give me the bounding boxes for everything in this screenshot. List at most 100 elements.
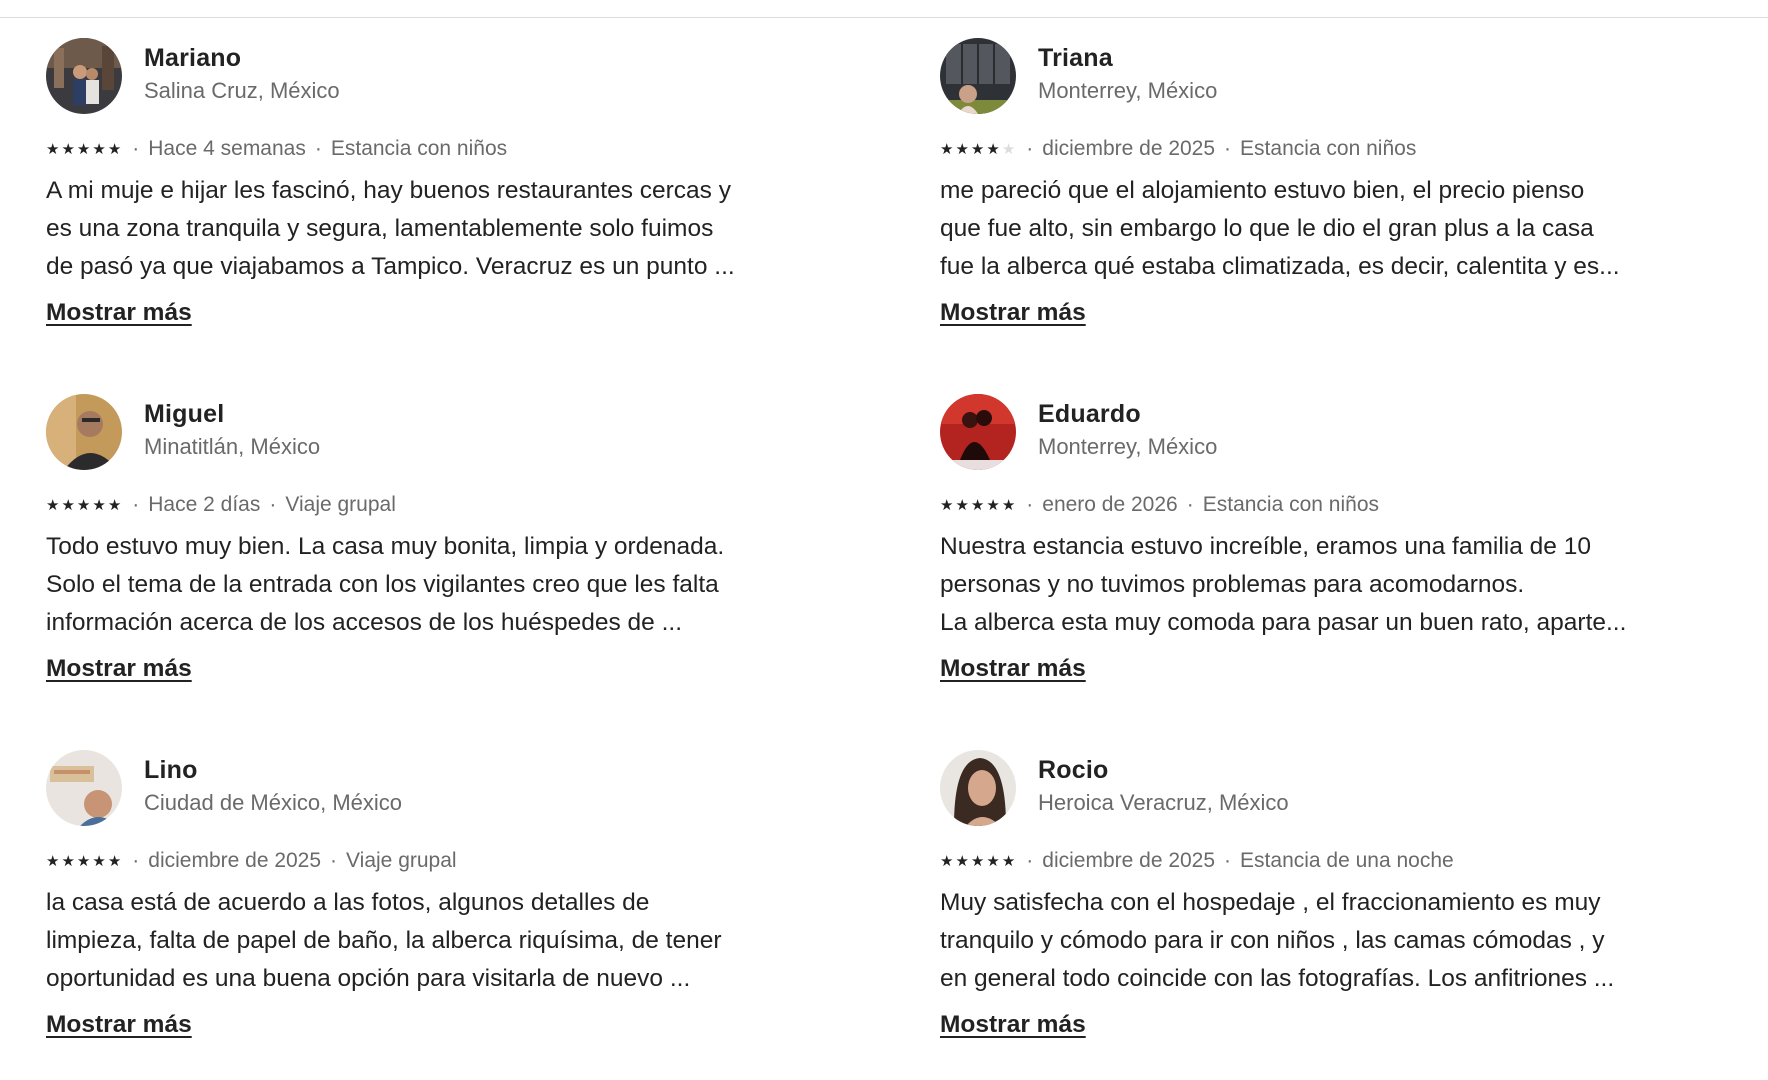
avatar[interactable] [46,38,122,114]
show-more-link[interactable]: Mostrar más [940,1011,1086,1039]
avatar[interactable] [940,750,1016,826]
star-icon: ★ [1001,852,1016,870]
review-text: me pareció que el alojamiento estuvo bie… [940,172,1670,286]
reviewer-name: Rocio [1038,756,1109,784]
reviewer-location: Ciudad de México, México [144,790,403,815]
trip-type: Estancia de una noche [1240,849,1454,872]
star-icon: ★ [107,852,122,870]
avatar[interactable] [46,394,122,470]
star-icon: ★ [970,852,985,870]
star-icon: ★ [107,496,122,514]
review-meta: ★ ★ ★ ★ ★ · diciembre de 2025 · Estancia… [940,136,1660,162]
rating-stars: ★ ★ ★ ★ ★ [46,498,121,513]
review-card: Miguel Minatitlán, México ★ ★ ★ ★ ★ · Ha… [46,394,766,683]
rating-stars: ★ ★ ★ ★ ★ [46,142,121,157]
star-icon: ★ [92,852,106,870]
reviewer-location: Monterrey, México [1038,78,1218,103]
meta-separator: · [1224,137,1232,160]
review-text-line: La alberca esta muy comoda para pasar un… [940,609,1627,636]
reviewer-name: Eduardo [1038,400,1141,428]
review-text-line: Todo estuvo muy bien. La casa muy bonita… [46,533,725,560]
review-text-line: Nuestra estancia estuvo increíble, eramo… [940,533,1591,560]
reviewer-name: Lino [144,756,198,784]
star-icon: ★ [46,140,60,158]
show-more-link[interactable]: Mostrar más [46,655,192,683]
review-card: Lino Ciudad de México, México ★ ★ ★ ★ ★ … [46,750,766,1039]
review-header: Mariano Salina Cruz, México [46,38,766,114]
review-header: Rocio Heroica Veracruz, México [940,750,1660,826]
review-card: Mariano Salina Cruz, México ★ ★ ★ ★ ★ · … [46,38,766,327]
review-date: enero de 2026 [1042,493,1178,516]
meta-separator: · [269,493,277,516]
review-meta: ★ ★ ★ ★ ★ · enero de 2026 · Estancia con… [940,492,1660,518]
star-icon: ★ [1001,496,1016,514]
review-date: Hace 4 semanas [148,137,306,160]
meta-separator: · [1186,493,1194,516]
star-icon: ★ [970,140,985,158]
star-icon: ★ [92,496,106,514]
star-icon: ★ [61,140,75,158]
review-meta: ★ ★ ★ ★ ★ · diciembre de 2025 · Viaje gr… [46,848,766,874]
star-icon: ★ [46,852,60,870]
star-empty-icon: ★ [1001,140,1016,158]
review-meta: ★ ★ ★ ★ ★ · Hace 4 semanas · Estancia co… [46,136,766,162]
rating-stars: ★ ★ ★ ★ ★ [940,142,1015,157]
star-icon: ★ [986,496,1000,514]
star-icon: ★ [955,496,969,514]
review-card: Triana Monterrey, México ★ ★ ★ ★ ★ · dic… [940,38,1660,327]
star-icon: ★ [92,140,106,158]
review-text-line: la casa está de acuerdo a las fotos, alg… [46,889,650,916]
review-header: Eduardo Monterrey, México [940,394,1660,470]
review-text: Todo estuvo muy bien. La casa muy bonita… [46,528,776,642]
review-text-line: es una zona tranquila y segura, lamentab… [46,215,714,242]
reviewer-name: Triana [1038,44,1113,72]
star-icon: ★ [986,852,1000,870]
meta-separator: · [132,137,140,160]
star-icon: ★ [940,496,954,514]
reviewer-location: Heroica Veracruz, México [1038,790,1289,815]
avatar[interactable] [46,750,122,826]
meta-separator: · [1026,849,1034,872]
reviewer-name: Mariano [144,44,242,72]
star-icon: ★ [955,852,969,870]
star-icon: ★ [76,852,91,870]
review-meta: ★ ★ ★ ★ ★ · diciembre de 2025 · Estancia… [940,848,1660,874]
review-text: la casa está de acuerdo a las fotos, alg… [46,884,776,998]
star-icon: ★ [61,852,75,870]
avatar[interactable] [940,394,1016,470]
star-icon: ★ [76,140,91,158]
review-date: Hace 2 días [148,493,261,516]
review-date: diciembre de 2025 [148,849,322,872]
meta-separator: · [132,849,140,872]
star-icon: ★ [76,496,91,514]
review-text-line: me pareció que el alojamiento estuvo bie… [940,177,1585,204]
show-more-link[interactable]: Mostrar más [940,299,1086,327]
review-header: Miguel Minatitlán, México [46,394,766,470]
rating-stars: ★ ★ ★ ★ ★ [46,854,121,869]
review-text-line: Muy satisfecha con el hospedaje , el fra… [940,889,1601,916]
review-meta: ★ ★ ★ ★ ★ · Hace 2 días · Viaje grupal [46,492,766,518]
star-icon: ★ [970,496,985,514]
review-text-line: de pasó ya que viajabamos a Tampico. Ver… [46,253,735,280]
reviewer-name: Miguel [144,400,225,428]
review-text-line: A mi muje e hijar les fascinó, hay bueno… [46,177,731,204]
review-date: diciembre de 2025 [1042,137,1216,160]
star-icon: ★ [986,140,1000,158]
show-more-link[interactable]: Mostrar más [46,1011,192,1039]
review-text-line: fue la alberca qué estaba climatizada, e… [940,253,1620,280]
show-more-link[interactable]: Mostrar más [940,655,1086,683]
rating-stars: ★ ★ ★ ★ ★ [940,498,1015,513]
show-more-link[interactable]: Mostrar más [46,299,192,327]
star-icon: ★ [940,140,954,158]
meta-separator: · [330,849,338,872]
avatar[interactable] [940,38,1016,114]
star-icon: ★ [955,140,969,158]
review-text-line: en general todo coincide con las fotogra… [940,965,1615,992]
review-text: Muy satisfecha con el hospedaje , el fra… [940,884,1670,998]
review-header: Triana Monterrey, México [940,38,1660,114]
reviewer-location: Monterrey, México [1038,434,1218,459]
reviewer-location: Salina Cruz, México [144,78,340,103]
meta-separator: · [1026,493,1034,516]
review-text: A mi muje e hijar les fascinó, hay bueno… [46,172,776,286]
star-icon: ★ [940,852,954,870]
